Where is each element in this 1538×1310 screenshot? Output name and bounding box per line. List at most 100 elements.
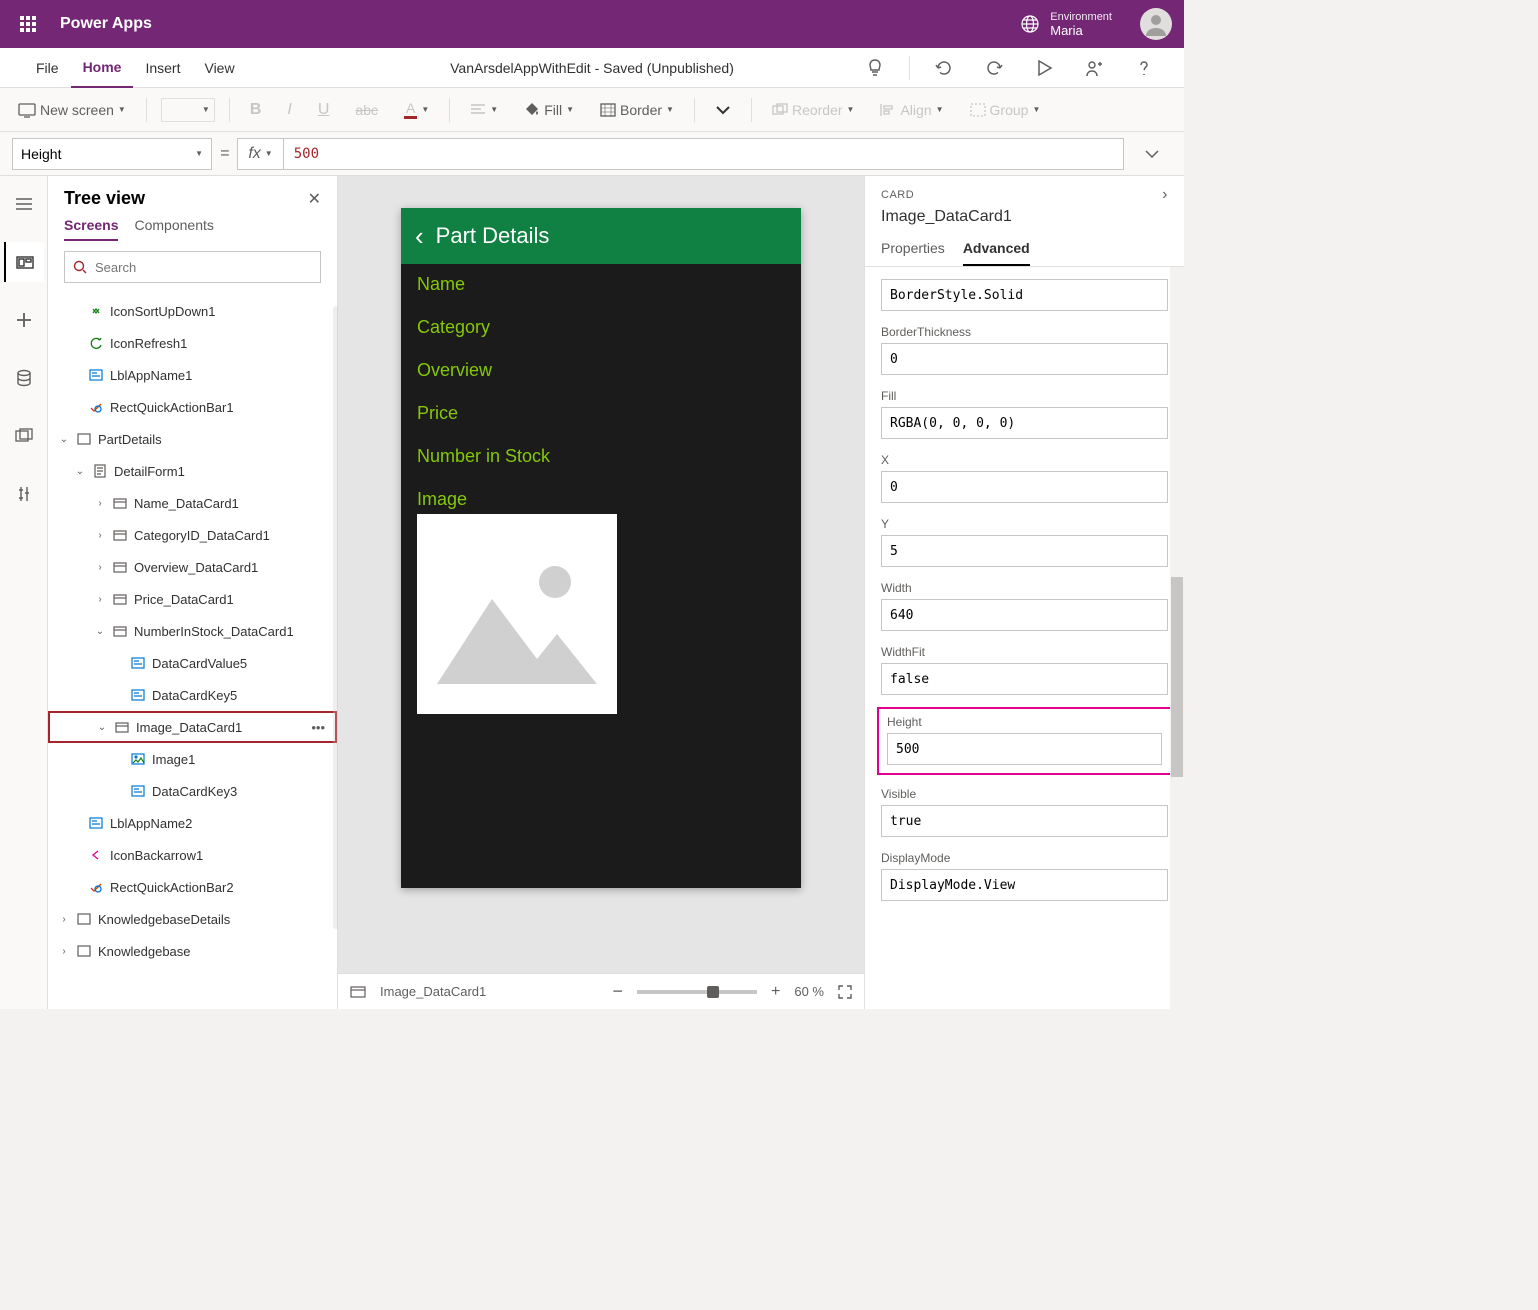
doc-title: VanArsdelAppWithEdit - Saved (Unpublishe… (450, 60, 734, 76)
tree-search[interactable] (64, 251, 321, 283)
group-button: Group▼ (964, 98, 1047, 122)
prop-label: Width (881, 581, 1168, 595)
tree-node[interactable]: IconRefresh1 (48, 327, 337, 359)
zoom-slider[interactable] (637, 990, 757, 994)
avatar[interactable] (1140, 8, 1172, 40)
menu-insert[interactable]: Insert (133, 48, 192, 88)
prop-width-input[interactable] (881, 599, 1168, 631)
tree-node-selected[interactable]: ⌄Image_DataCard1••• (48, 711, 337, 743)
tree-node[interactable]: ⌄NumberInStock_DataCard1 (48, 615, 337, 647)
fit-screen-icon[interactable] (838, 985, 852, 999)
prop-borderstyle-input[interactable] (881, 279, 1168, 311)
rail-data-icon[interactable] (4, 358, 44, 398)
tree-node[interactable]: ›Overview_DataCard1 (48, 551, 337, 583)
help-icon[interactable] (1128, 52, 1160, 84)
canvas-footer: Image_DataCard1 − + 60 % (338, 973, 864, 1009)
search-icon (73, 260, 87, 274)
theme-dropdown: ▼ (161, 98, 215, 122)
rail-tools-icon[interactable] (4, 474, 44, 514)
prop-visible-input[interactable] (881, 805, 1168, 837)
fx-label[interactable]: fx▼ (238, 139, 283, 169)
border-icon (600, 103, 616, 117)
canvas-stage[interactable]: ‹ Part Details Name Category Overview Pr… (338, 176, 864, 973)
tree-node[interactable]: LblAppName2 (48, 807, 337, 839)
waffle-icon[interactable] (8, 0, 48, 48)
undo-icon[interactable] (928, 52, 960, 84)
tab-advanced[interactable]: Advanced (963, 234, 1030, 266)
screen-icon (18, 102, 36, 118)
environment-text[interactable]: Environment Maria (1050, 11, 1112, 38)
menu-file[interactable]: File (24, 48, 71, 88)
chevron-down-button[interactable] (709, 101, 737, 119)
close-panel-icon[interactable]: ✕ (308, 189, 321, 209)
menu-view[interactable]: View (192, 48, 246, 88)
back-arrow-icon[interactable]: ‹ (415, 221, 424, 252)
redo-icon[interactable] (978, 52, 1010, 84)
tree-node[interactable]: DataCardKey3 (48, 775, 337, 807)
prop-label: Fill (881, 389, 1168, 403)
menu-bar: File Home Insert View VanArsdelAppWithEd… (0, 48, 1184, 88)
rail-media-icon[interactable] (4, 416, 44, 456)
field-image: Image (417, 489, 785, 510)
tree-node[interactable]: ⌄DetailForm1 (48, 455, 337, 487)
app-name: Power Apps (60, 15, 152, 33)
tab-screens[interactable]: Screens (64, 217, 118, 241)
strikethrough-button: abc (349, 98, 384, 122)
prop-displaymode-input[interactable] (881, 869, 1168, 901)
tree-node[interactable]: DataCardKey5 (48, 679, 337, 711)
collapse-props-icon[interactable]: › (1162, 186, 1168, 204)
share-icon[interactable] (1078, 52, 1110, 84)
tree-scroll[interactable]: IconSortUpDown1 IconRefresh1 LblAppName1… (48, 293, 337, 1009)
prop-borderthickness-input[interactable] (881, 343, 1168, 375)
rail-insert-icon[interactable] (4, 300, 44, 340)
tab-components[interactable]: Components (134, 217, 213, 241)
tree-node[interactable]: DataCardValue5 (48, 647, 337, 679)
formula-bar: Height▼ = fx▼ (0, 132, 1184, 176)
formula-input[interactable] (284, 146, 1123, 162)
italic-button: I (281, 97, 297, 123)
prop-label: WidthFit (881, 645, 1168, 659)
rail-hamburger-icon[interactable] (4, 184, 44, 224)
prop-label: BorderThickness (881, 325, 1168, 339)
app-checker-icon[interactable] (859, 52, 891, 84)
prop-x-input[interactable] (881, 471, 1168, 503)
tree-node[interactable]: ›Price_DataCard1 (48, 583, 337, 615)
props-body[interactable]: BorderThickness Fill X Y Width WidthFit … (865, 267, 1184, 1009)
tree-node[interactable]: ›Knowledgebase (48, 935, 337, 967)
props-scrollbar[interactable] (1170, 267, 1184, 1009)
property-selector[interactable]: Height▼ (12, 138, 212, 170)
tree-node[interactable]: RectQuickActionBar2 (48, 871, 337, 903)
new-screen-button[interactable]: New screen▼ (12, 98, 132, 122)
prop-widthfit-input[interactable] (881, 663, 1168, 695)
border-button[interactable]: Border▼ (594, 98, 680, 122)
prop-fill-input[interactable] (881, 407, 1168, 439)
tree-node[interactable]: RectQuickActionBar1 (48, 391, 337, 423)
menu-home[interactable]: Home (71, 48, 134, 88)
play-icon[interactable] (1028, 52, 1060, 84)
prop-y-input[interactable] (881, 535, 1168, 567)
rail-tree-icon[interactable] (4, 242, 44, 282)
tree-node[interactable]: ›KnowledgebaseDetails (48, 903, 337, 935)
font-color-button: A▼ (398, 96, 435, 123)
tree-panel: Tree view ✕ Screens Components IconSortU… (48, 176, 338, 1009)
tree-node[interactable]: Image1 (48, 743, 337, 775)
search-input[interactable] (95, 260, 312, 275)
screen-title: Part Details (436, 223, 550, 249)
tree-node[interactable]: ›Name_DataCard1 (48, 487, 337, 519)
zoom-in-icon[interactable]: + (771, 983, 780, 1001)
zoom-out-icon[interactable]: − (613, 981, 624, 1002)
fill-button[interactable]: Fill▼ (518, 98, 580, 122)
expand-formula-icon[interactable] (1132, 149, 1172, 159)
tree-node[interactable]: ⌄PartDetails (48, 423, 337, 455)
tree-node[interactable]: IconSortUpDown1 (48, 295, 337, 327)
tree-node[interactable]: LblAppName1 (48, 359, 337, 391)
field-stock: Number in Stock (417, 446, 785, 467)
tree-node[interactable]: IconBackarrow1 (48, 839, 337, 871)
card-icon (350, 986, 366, 998)
more-icon[interactable]: ••• (311, 720, 325, 735)
properties-panel: CARD › Image_DataCard1 Properties Advanc… (864, 176, 1184, 1009)
formula-input-wrap: fx▼ (237, 138, 1124, 170)
prop-height-input[interactable] (887, 733, 1162, 765)
tab-properties[interactable]: Properties (881, 234, 945, 266)
tree-node[interactable]: ›CategoryID_DataCard1 (48, 519, 337, 551)
